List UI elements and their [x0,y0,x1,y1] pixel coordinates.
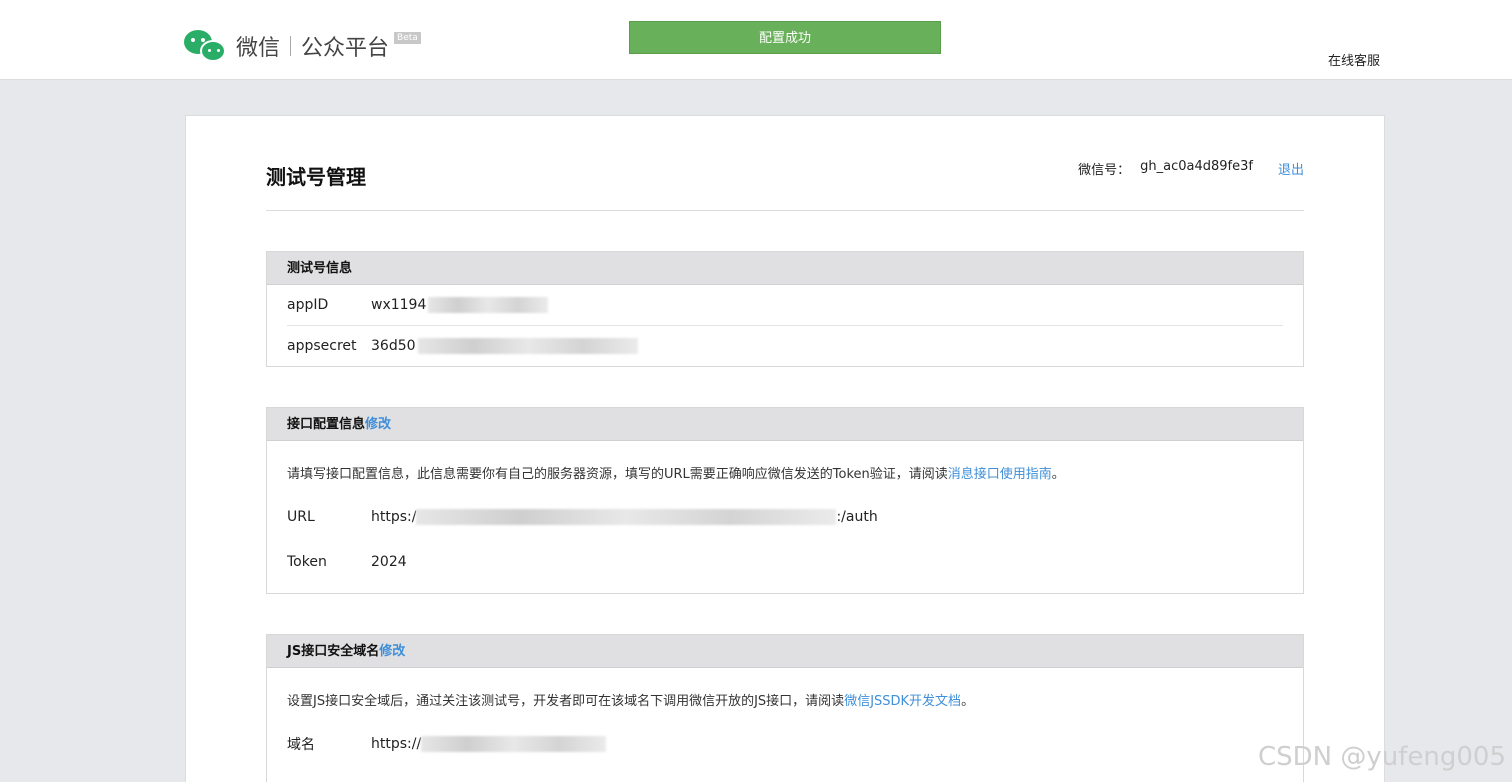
appid-row: appID wx1194 [267,285,1303,325]
wechat-logo[interactable]: 微信 公众平台 Beta [184,28,421,64]
edit-api-config-link[interactable]: 修改 [365,417,391,432]
appid-value: wx1194 [371,297,427,313]
domain-row: 域名 https:// [267,733,1303,755]
panel-heading-text: 接口配置信息 [287,417,366,432]
appsecret-label: appsecret [287,338,357,354]
description-text: 请填写接口配置信息，此信息需要你有自己的服务器资源，填写的URL需要正确响应微信… [287,467,948,482]
online-service-link[interactable]: 在线客服 [1328,50,1380,69]
api-config-panel: 接口配置信息修改 请填写接口配置信息，此信息需要你有自己的服务器资源，填写的UR… [266,407,1304,594]
token-row: Token 2024 [267,551,1303,573]
main-card: 测试号管理 微信号： gh_ac0a4d89fe3f 退出 测试号信息 appI… [185,115,1385,782]
domain-prefix: https:// [371,736,422,752]
redaction-blur [428,297,549,313]
account-id: gh_ac0a4d89fe3f [1140,159,1253,174]
watermark: CSDN @yufeng005 [1257,742,1506,772]
beta-badge: Beta [394,32,421,44]
panel-heading: JS接口安全域名修改 [267,635,1303,668]
jssdk-doc-link[interactable]: 微信JSSDK开发文档 [844,694,961,709]
logo-divider [290,36,292,56]
title-divider [266,210,1304,211]
description-period: 。 [1051,467,1065,482]
appid-label: appID [287,297,329,313]
redaction-blur [417,338,638,354]
token-value: 2024 [371,554,407,570]
url-suffix: :/auth [836,509,878,525]
account-info: 微信号： gh_ac0a4d89fe3f 退出 [1078,159,1304,178]
logo-name: 微信 [236,36,281,61]
token-label: Token [287,554,327,570]
logout-link[interactable]: 退出 [1278,159,1304,178]
url-row: URL https:/ :/auth [267,506,1303,528]
js-domain-description: 设置JS接口安全域后，通过关注该测试号，开发者即可在该域名下调用微信开放的JS接… [267,668,1303,709]
api-config-description: 请填写接口配置信息，此信息需要你有自己的服务器资源，填写的URL需要正确响应微信… [267,441,1303,482]
account-label: 微信号： [1078,163,1131,178]
top-header: 微信 公众平台 Beta 配置成功 在线客服 [0,0,1512,80]
edit-js-domain-link[interactable]: 修改 [379,644,405,659]
appsecret-row: appsecret 36d50 [267,326,1303,366]
description-text: 设置JS接口安全域后，通过关注该测试号，开发者即可在该域名下调用微信开放的JS接… [287,694,845,709]
js-domain-panel: JS接口安全域名修改 设置JS接口安全域后，通过关注该测试号，开发者即可在该域名… [266,634,1304,782]
logo-platform: 公众平台 [301,36,390,61]
redaction-blur [416,509,837,525]
url-label: URL [287,509,315,525]
page-title: 测试号管理 [266,165,366,189]
test-account-panel: 测试号信息 appID wx1194 appsecret 36d50 [266,251,1304,367]
message-api-guide-link[interactable]: 消息接口使用指南 [948,467,1052,482]
panel-heading-text: JS接口安全域名 [287,644,380,659]
domain-label: 域名 [287,737,315,753]
panel-heading: 测试号信息 [267,252,1303,285]
panel-heading: 接口配置信息修改 [267,408,1303,441]
appsecret-value: 36d50 [371,338,416,354]
description-period: 。 [961,694,975,709]
success-toast: 配置成功 [629,21,941,54]
redaction-blur [421,736,607,752]
wechat-icon [184,28,228,64]
url-prefix: https:/ [371,509,417,525]
